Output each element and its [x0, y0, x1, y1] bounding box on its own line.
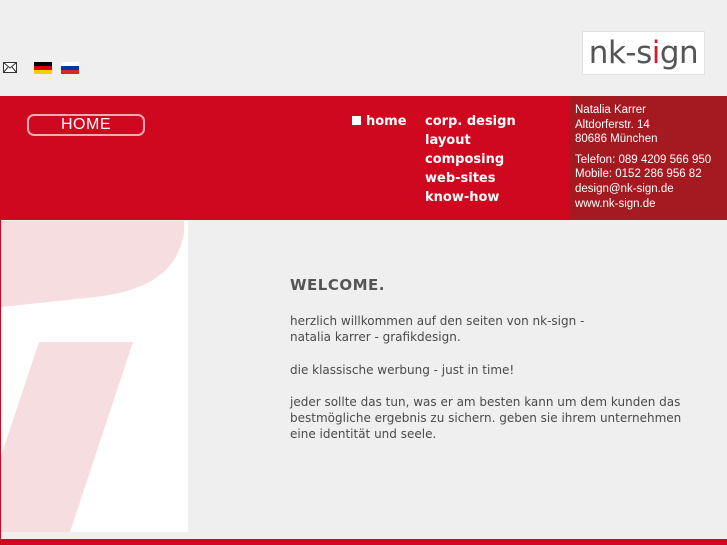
logo-text-suffix: gn	[659, 35, 699, 71]
flag-germany-icon[interactable]	[34, 62, 52, 74]
decorative-i-shape-icon	[1, 221, 184, 532]
nav-item-know-how[interactable]: know-how	[425, 188, 516, 207]
contact-box: Natalia Karrer Altdorferstr. 14 80686 Mü…	[569, 96, 727, 220]
decorative-graphic	[1, 221, 188, 532]
contact-email-link[interactable]: design@nk-sign.de	[575, 182, 727, 197]
contact-city: 80686 München	[575, 133, 658, 146]
nk-sign-logo[interactable]: nk-sign	[582, 31, 705, 75]
contact-name: Natalia Karrer	[575, 104, 646, 116]
nav-item-layout[interactable]: layout	[425, 131, 516, 150]
active-bullet-icon	[352, 116, 361, 125]
footer-bar	[0, 539, 727, 545]
intro-line-1: herzlich willkommen auf den seiten von n…	[290, 314, 585, 328]
contact-mobile: Mobile: 0152 286 956 82	[575, 168, 702, 181]
page-title-badge: HOME	[27, 114, 145, 136]
contact-phone: Telefon: 089 4209 566 950	[575, 153, 712, 166]
welcome-heading: WELCOME.	[290, 276, 385, 294]
nav-primary: home	[352, 112, 407, 131]
nav-item-corp-design[interactable]: corp. design	[425, 112, 516, 131]
nav-secondary: corp. design layout composing web-sites …	[425, 112, 516, 207]
flag-russia-icon[interactable]	[61, 62, 79, 74]
intro-paragraph: herzlich willkommen auf den seiten von n…	[290, 313, 710, 346]
nav-item-home[interactable]: home	[352, 112, 407, 131]
logo-text-dot: i	[651, 35, 661, 71]
nav-item-web-sites[interactable]: web-sites	[425, 169, 516, 188]
contact-web-link[interactable]: www.nk-sign.de	[575, 197, 727, 212]
mail-icon[interactable]	[3, 62, 17, 73]
mission-paragraph: jeder sollte das tun, was er am besten k…	[290, 394, 682, 442]
slogan-paragraph: die klassische werbung - just in time!	[290, 362, 515, 377]
nav-item-composing[interactable]: composing	[425, 150, 516, 169]
nav-item-home-label: home	[366, 114, 407, 129]
top-bar: nk-sign	[0, 0, 727, 96]
contact-street: Altdorferstr. 14	[575, 118, 650, 131]
main-content: WELCOME. herzlich willkommen auf den sei…	[290, 276, 710, 459]
logo-text-prefix: nk-s	[588, 35, 652, 71]
intro-line-2: natalia karrer - grafikdesign.	[290, 330, 461, 345]
